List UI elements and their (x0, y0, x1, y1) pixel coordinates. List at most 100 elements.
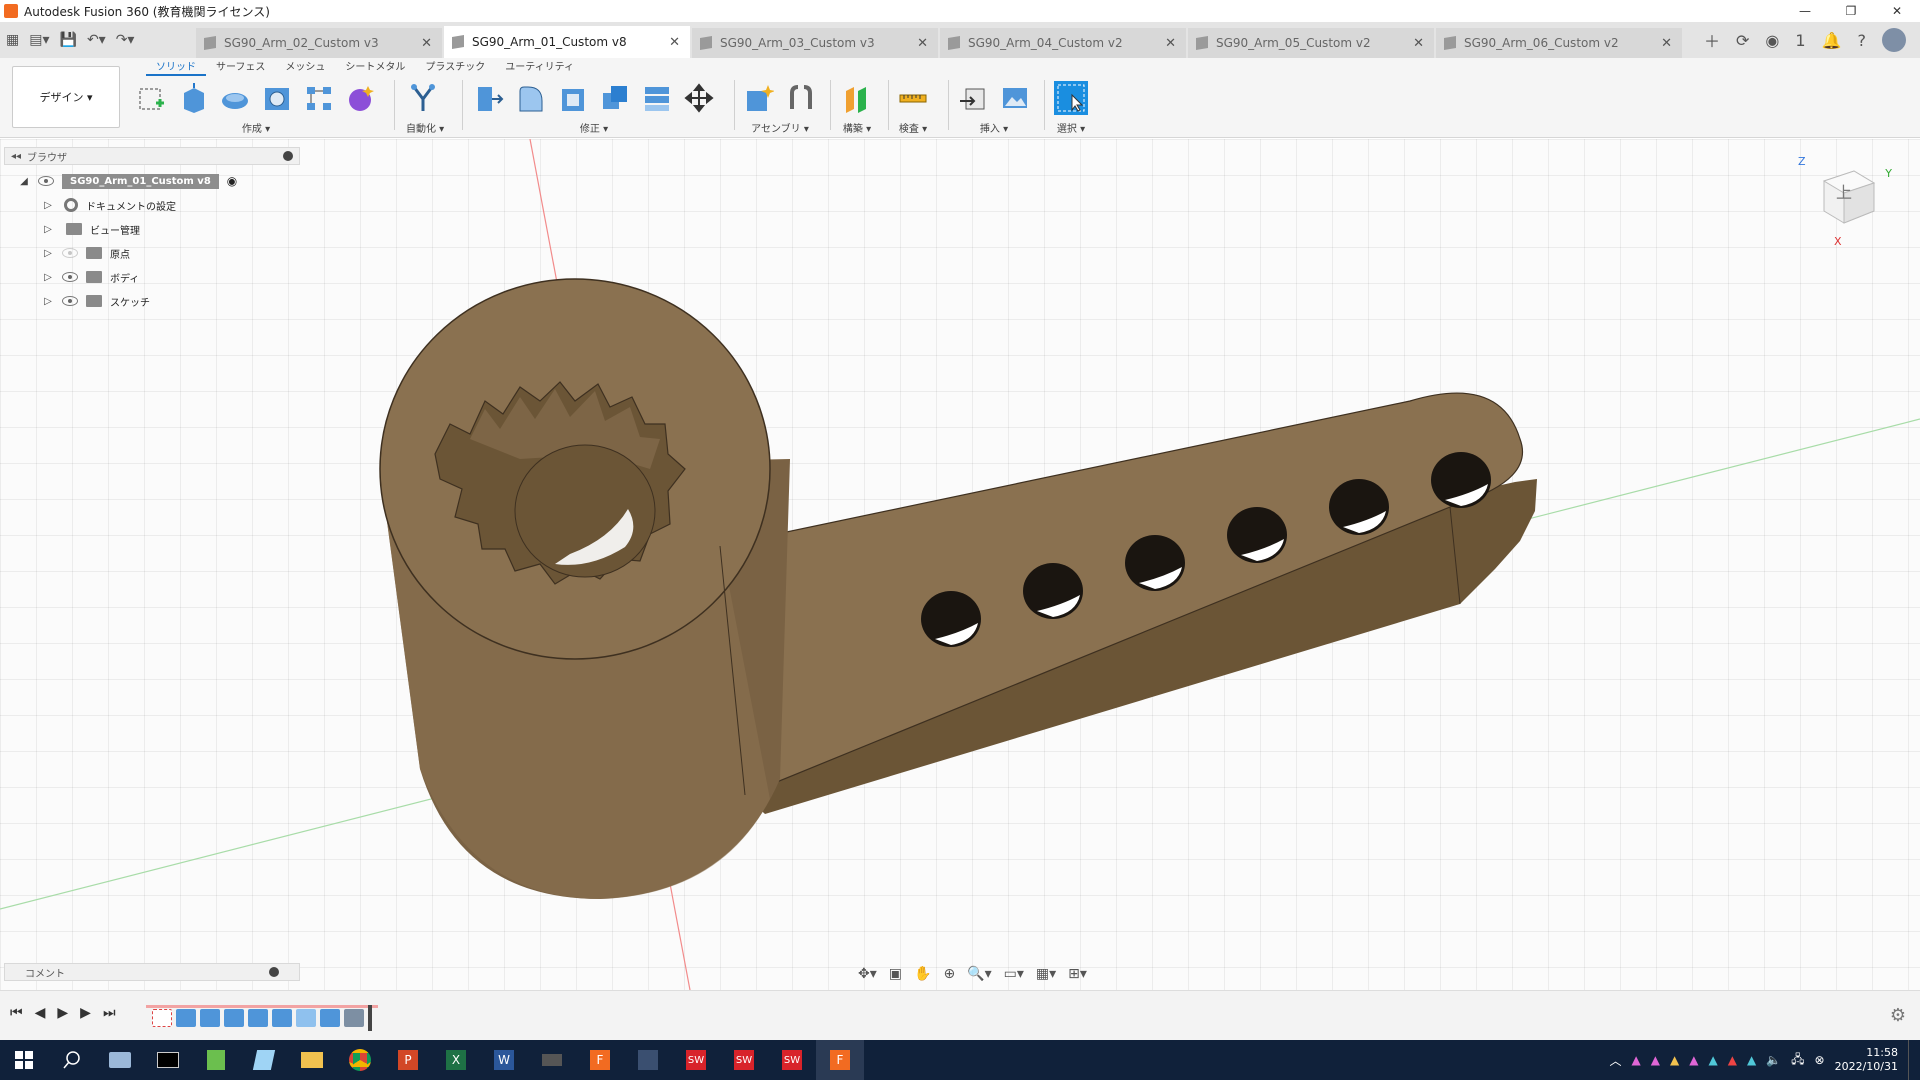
doc-tab-6[interactable]: SG90_Arm_06_Custom v2 ✕ (1436, 28, 1682, 58)
tab-sheet-metal[interactable]: シートメタル (335, 60, 415, 76)
shell-icon[interactable] (556, 81, 590, 115)
redo-icon[interactable]: ↷▾ (116, 32, 135, 48)
automate-menu[interactable]: 自動化 ▾ (406, 120, 444, 135)
timeline-extrude-icon[interactable] (224, 1008, 244, 1027)
viewports-icon[interactable]: ⊞▾ (1068, 966, 1087, 982)
insert-menu[interactable]: 挿入 ▾ (956, 120, 1032, 135)
canvas-image-icon[interactable] (998, 81, 1032, 115)
tab-solid[interactable]: ソリッド (146, 60, 206, 76)
tray-app-icon[interactable]: ▲ (1632, 1053, 1641, 1067)
activate-radio-icon[interactable]: ◉ (227, 174, 237, 188)
insert-derive-icon[interactable] (956, 81, 990, 115)
tree-root[interactable]: ◢ SG90_Arm_01_Custom v8 ◉ (4, 169, 300, 193)
close-tab-icon[interactable]: ✕ (1165, 36, 1176, 51)
pan-icon[interactable]: ✋ (914, 966, 931, 982)
visibility-eye-icon[interactable] (38, 176, 54, 186)
sync-icon[interactable]: ⟳ (1736, 31, 1749, 50)
panel-pin-icon[interactable] (283, 151, 293, 161)
save-icon[interactable]: 💾 (60, 32, 77, 48)
file-menu-icon[interactable]: ▤▾ (29, 32, 49, 48)
inspect-menu[interactable]: 検査 ▾ (896, 120, 930, 135)
timeline-combine-icon[interactable] (344, 1008, 364, 1027)
go-to-start-icon[interactable]: ⏮ (10, 1005, 23, 1021)
timeline-extrude-icon[interactable] (176, 1008, 196, 1027)
zoom-icon[interactable]: ⊕ (943, 966, 955, 982)
create-menu[interactable]: 作成 ▾ (134, 120, 378, 135)
assemble-menu[interactable]: アセンブリ ▾ (742, 120, 818, 135)
close-tab-icon[interactable]: ✕ (669, 35, 680, 50)
close-tab-icon[interactable]: ✕ (421, 36, 432, 51)
measure-icon[interactable] (896, 81, 930, 115)
windows-start-icon[interactable] (0, 1040, 48, 1080)
expand-arrow-icon[interactable]: ◢ (18, 176, 30, 187)
tree-item-document-settings[interactable]: ▷ ドキュメントの設定 (4, 193, 300, 217)
expand-arrow-icon[interactable]: ▷ (42, 248, 54, 259)
visibility-eye-icon[interactable] (62, 296, 78, 306)
timeline-extrude-icon[interactable] (200, 1008, 220, 1027)
close-icon[interactable]: ⊗ (1815, 1053, 1825, 1067)
word-icon[interactable]: W (480, 1040, 528, 1080)
revolve-icon[interactable] (218, 81, 252, 115)
solidworks-icon[interactable]: SW (768, 1040, 816, 1080)
fillet-icon[interactable] (514, 81, 548, 115)
solidworks-icon[interactable]: SW (720, 1040, 768, 1080)
select-menu[interactable]: 選択 ▾ (1054, 120, 1088, 135)
add-comment-icon[interactable] (269, 967, 279, 977)
step-forward-icon[interactable]: ▶ (80, 1005, 91, 1021)
comments-panel[interactable]: コメント (4, 963, 300, 981)
doc-tab-5[interactable]: SG90_Arm_05_Custom v2 ✕ (1188, 28, 1434, 58)
expand-arrow-icon[interactable]: ▷ (42, 200, 54, 211)
joint-icon[interactable] (784, 81, 818, 115)
go-to-end-icon[interactable]: ⏭ (103, 1005, 116, 1021)
display-settings-icon[interactable]: ▭▾ (1004, 966, 1024, 982)
tray-app-icon[interactable]: ▲ (1708, 1053, 1717, 1067)
fit-icon[interactable]: 🔍▾ (967, 966, 991, 982)
timeline-pattern-icon[interactable] (296, 1008, 316, 1027)
undo-icon[interactable]: ↶▾ (87, 32, 106, 48)
tray-app-icon[interactable]: ▲ (1689, 1053, 1698, 1067)
combine-icon[interactable] (598, 81, 632, 115)
offset-plane-icon[interactable] (840, 81, 874, 115)
user-avatar[interactable] (1882, 28, 1906, 52)
task-view-icon[interactable] (96, 1040, 144, 1080)
visibility-eye-icon[interactable] (62, 272, 78, 282)
hole-icon[interactable] (260, 81, 294, 115)
tab-utility[interactable]: ユーティリティ (495, 60, 584, 76)
tree-item-named-views[interactable]: ▷ ビュー管理 (4, 217, 300, 241)
restore-button[interactable]: ❐ (1828, 0, 1874, 22)
tray-app-icon[interactable]: ▲ (1651, 1053, 1660, 1067)
volume-icon[interactable]: 🔈 (1766, 1053, 1781, 1067)
powerpoint-icon[interactable]: P (384, 1040, 432, 1080)
tree-item-bodies[interactable]: ▷ ボディ (4, 265, 300, 289)
timeline-sketch-icon[interactable] (152, 1008, 172, 1027)
modify-menu[interactable]: 修正 ▾ (472, 120, 716, 135)
select-icon[interactable] (1054, 81, 1088, 115)
timeline-extrude-icon[interactable] (248, 1008, 268, 1027)
play-icon[interactable]: ▶ (57, 1005, 68, 1021)
expand-arrow-icon[interactable]: ▷ (42, 296, 54, 307)
notification-center-icon[interactable] (1908, 1040, 1912, 1080)
timeline-extrude-icon[interactable] (272, 1008, 292, 1027)
doc-tab-2[interactable]: SG90_Arm_01_Custom v8 ✕ (444, 26, 690, 58)
automate-icon[interactable] (406, 81, 440, 115)
browser-header[interactable]: ◂◂ ブラウザ (4, 147, 300, 165)
timeline-extrude-icon[interactable] (320, 1008, 340, 1027)
timeline-marker[interactable] (368, 1004, 372, 1031)
autodesk-icon[interactable] (624, 1040, 672, 1080)
excel-icon[interactable]: X (432, 1040, 480, 1080)
create-sketch-icon[interactable] (134, 81, 168, 115)
tab-plastic[interactable]: プラスチック (415, 60, 495, 76)
tray-app-icon[interactable]: ▲ (1747, 1053, 1756, 1067)
search-icon[interactable] (48, 1040, 96, 1080)
close-button[interactable]: ✕ (1874, 0, 1920, 22)
show-hidden-icons-icon[interactable]: ︿ (1610, 1052, 1622, 1069)
grid-settings-icon[interactable]: ▦▾ (1036, 966, 1056, 982)
look-at-icon[interactable]: ▣ (889, 966, 902, 982)
visibility-eye-icon[interactable] (62, 248, 78, 258)
close-tab-icon[interactable]: ✕ (1413, 36, 1424, 51)
workspace-switcher[interactable]: デザイン ▾ (12, 66, 120, 128)
new-tab-icon[interactable]: ＋ (1704, 28, 1720, 52)
doc-tab-1[interactable]: SG90_Arm_02_Custom v3 ✕ (196, 28, 442, 58)
minimize-button[interactable]: — (1782, 0, 1828, 22)
doc-tab-3[interactable]: SG90_Arm_03_Custom v3 ✕ (692, 28, 938, 58)
